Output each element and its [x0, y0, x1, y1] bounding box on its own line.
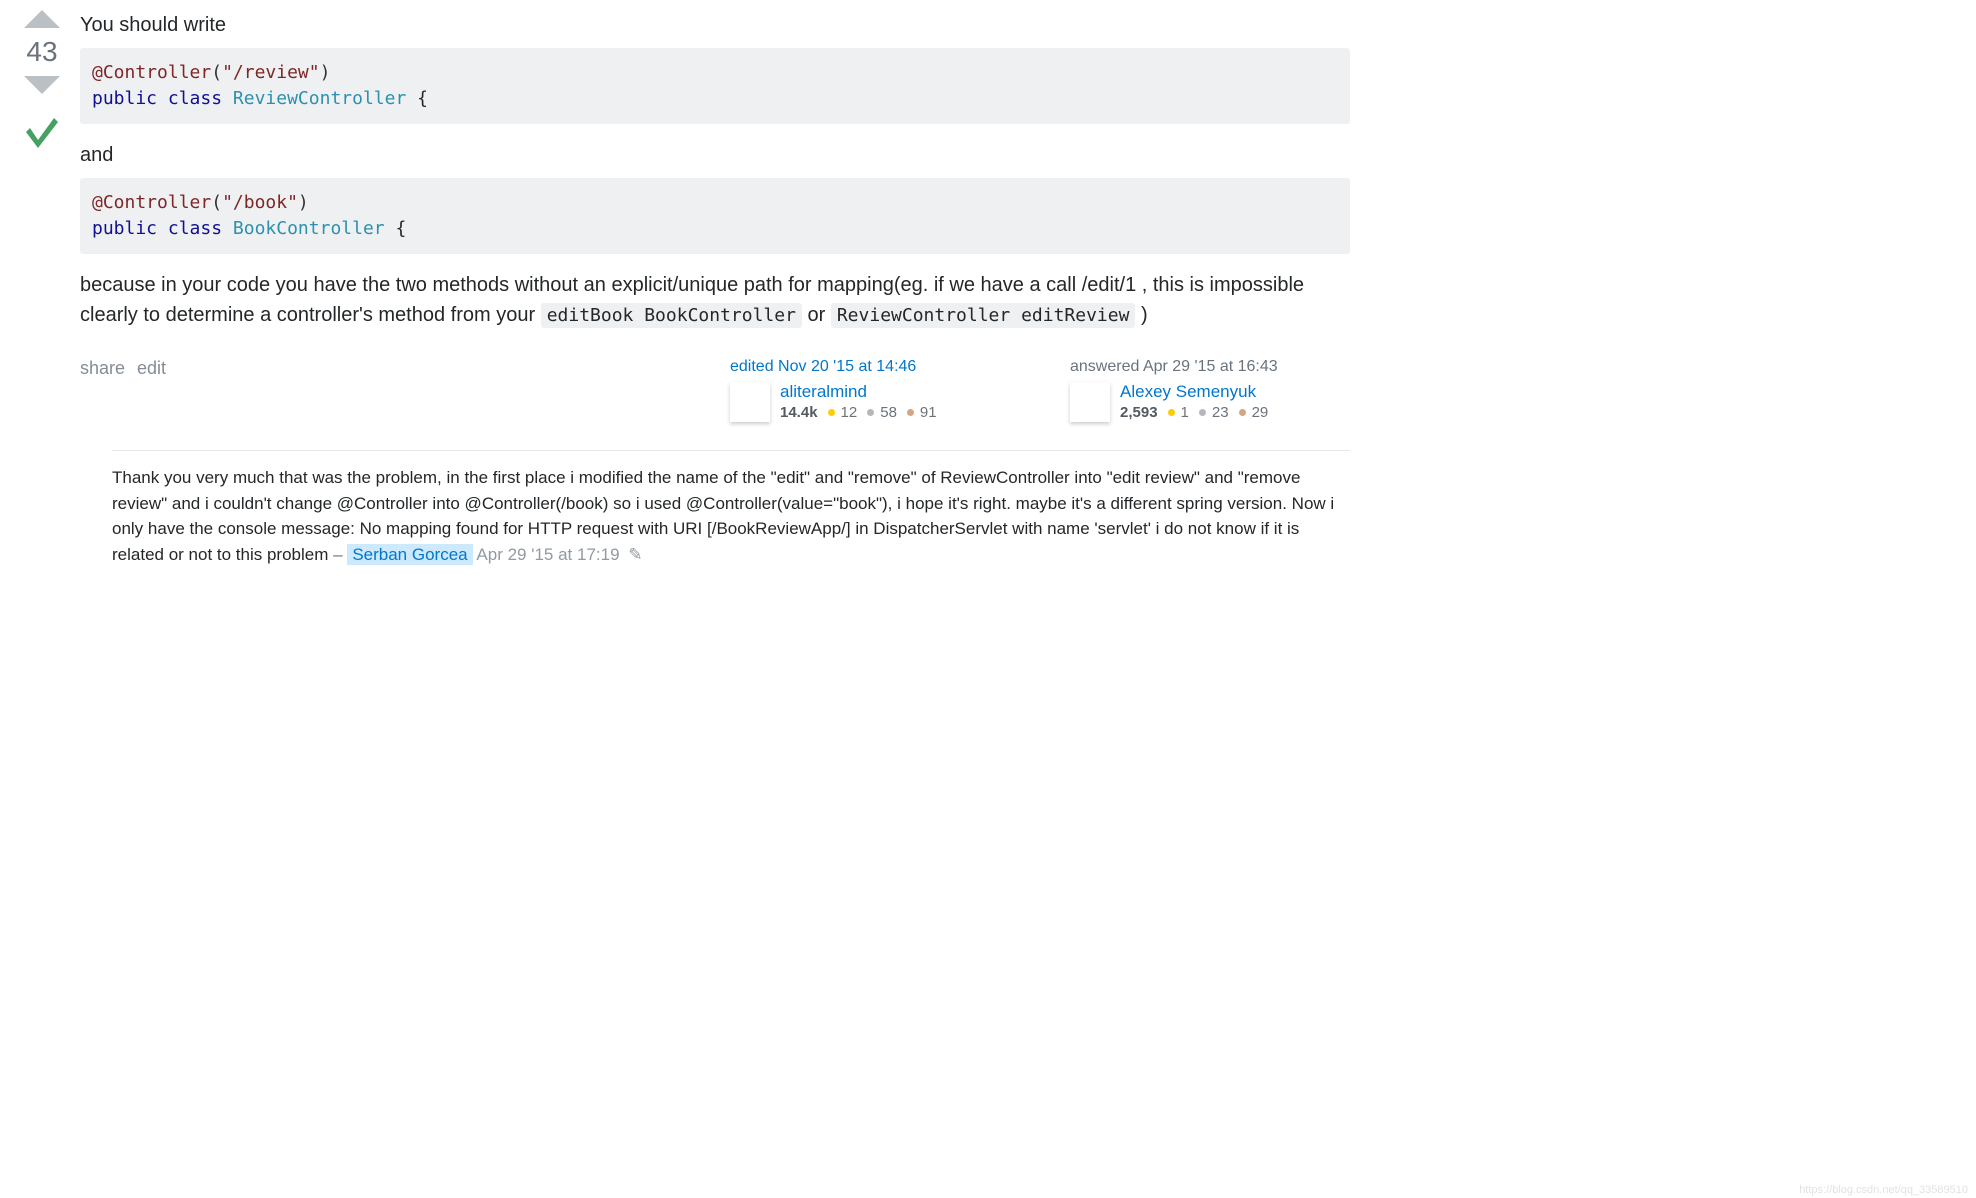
code-block-book: @Controller("/book") public class BookCo… — [80, 178, 1350, 254]
comments-section: Thank you very much that was the problem… — [112, 450, 1350, 567]
pencil-icon: ✎ — [628, 542, 640, 568]
inline-code-editbook: editBook BookController — [541, 303, 802, 328]
bronze-badge-icon — [1239, 409, 1246, 416]
editor-info: edited Nov 20 '15 at 14:46 aliteralmind … — [730, 358, 1010, 422]
silver-badge-icon — [867, 409, 874, 416]
downvote-icon[interactable] — [24, 76, 60, 94]
comment: Thank you very much that was the problem… — [112, 465, 1350, 567]
editor-rep: 14.4k — [780, 404, 818, 421]
vote-count: 43 — [20, 36, 64, 68]
upvote-icon[interactable] — [24, 10, 60, 28]
bronze-badge-icon — [907, 409, 914, 416]
edit-link[interactable]: edit — [137, 358, 166, 422]
editor-name-link[interactable]: aliteralmind — [780, 382, 1010, 402]
watermark: https://blog.csdn.net/qq_33589510 — [1799, 1184, 1968, 1196]
silver-badge-icon — [1199, 409, 1206, 416]
inline-code-editreview: ReviewController editReview — [831, 303, 1136, 328]
answerer-info: answered Apr 29 '15 at 16:43 Alexey Seme… — [1070, 358, 1350, 422]
comment-date: Apr 29 '15 at 17:19 — [476, 545, 619, 564]
edit-timestamp[interactable]: edited Nov 20 '15 at 14:46 — [730, 358, 1010, 376]
post-menu: share edit edited Nov 20 '15 at 14:46 al… — [80, 358, 1350, 422]
answerer-rep: 2,593 — [1120, 404, 1158, 421]
avatar[interactable] — [1070, 382, 1110, 422]
comment-author-link[interactable]: Serban Gorcea — [347, 544, 472, 565]
vote-cell: 43 — [20, 10, 80, 567]
gold-badge-icon — [828, 409, 835, 416]
avatar[interactable] — [730, 382, 770, 422]
answered-timestamp: answered Apr 29 '15 at 16:43 — [1070, 358, 1350, 376]
post-body: You should write @Controller("/review") … — [80, 10, 1350, 567]
explanation-text: because in your code you have the two me… — [80, 270, 1350, 330]
code-block-review: @Controller("/review") public class Revi… — [80, 48, 1350, 124]
and-text: and — [80, 140, 1350, 170]
intro-text: You should write — [80, 10, 1350, 40]
answerer-name-link[interactable]: Alexey Semenyuk — [1120, 382, 1350, 402]
accepted-check-icon — [22, 112, 62, 152]
share-link[interactable]: share — [80, 358, 125, 422]
gold-badge-icon — [1168, 409, 1175, 416]
